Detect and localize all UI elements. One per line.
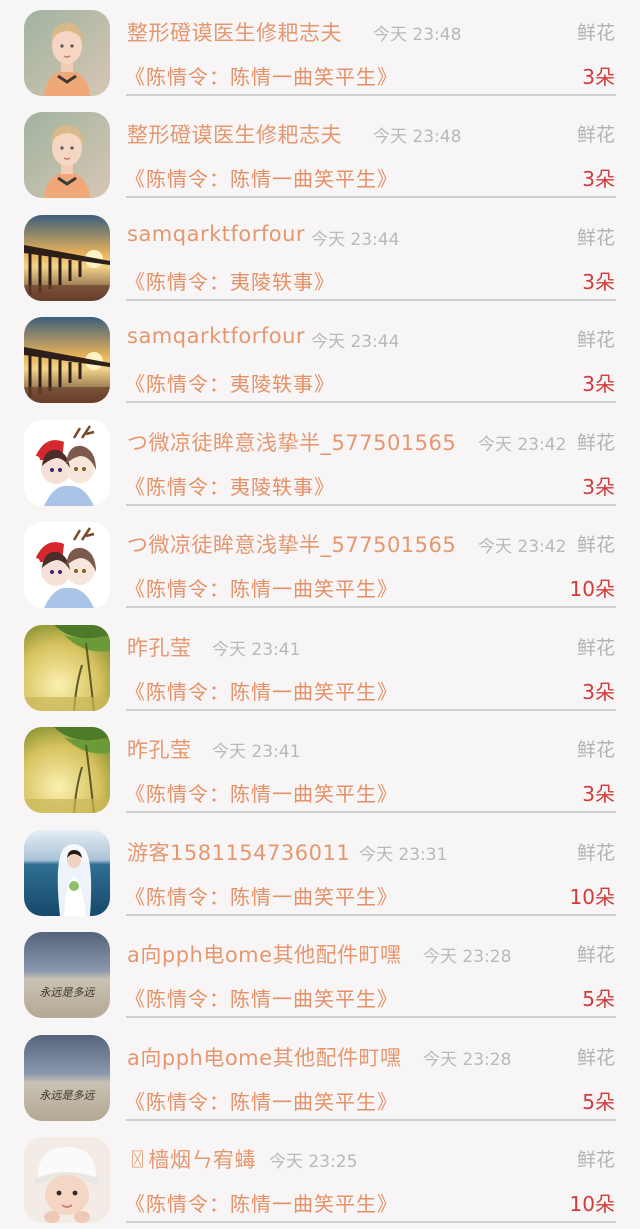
gift-count: 10朵: [569, 1192, 615, 1216]
gift-count: 3朵: [582, 167, 615, 191]
gift-count: 3朵: [582, 475, 615, 499]
gift-record-row[interactable]: samqarktforfour 今天 23:44 鲜花 《陈情令：夷陵轶事》 3…: [0, 205, 640, 307]
row-divider: [126, 709, 616, 711]
gift-count: 5朵: [582, 1090, 615, 1114]
gift-record-row[interactable]: 永远是多远 a向pph电ome其他配件町嘿 今天 23:28 鲜花 《陈情令：陈…: [0, 1025, 640, 1127]
timestamp: 今天 23:42: [478, 537, 567, 557]
user-avatar[interactable]: [24, 112, 110, 198]
user-avatar[interactable]: [24, 727, 110, 813]
timestamp: 今天 23:44: [311, 332, 400, 352]
user-avatar[interactable]: [24, 420, 110, 506]
gift-count: 3朵: [582, 270, 615, 294]
username[interactable]: 整形磴谟医生修耙志夫: [127, 119, 342, 149]
gift-type-label: 鲜花: [576, 739, 615, 761]
timestamp: 今天 23:28: [423, 947, 512, 967]
gift-type-label: 鲜花: [576, 534, 615, 556]
user-avatar[interactable]: [24, 625, 110, 711]
row-divider: [126, 1221, 616, 1223]
username[interactable]: 昨孔莹: [127, 734, 192, 764]
row-divider: [126, 299, 616, 301]
gift-type-label: 鲜花: [576, 124, 615, 146]
gift-type-label: 鲜花: [576, 329, 615, 351]
work-title-link[interactable]: 《陈情令：夷陵轶事》: [125, 368, 335, 397]
timestamp: 今天 23:28: [423, 1050, 512, 1070]
gift-record-row[interactable]: 整形磴谟医生修耙志夫 今天 23:48 鲜花 《陈情令：陈情一曲笑平生》 3朵: [0, 0, 640, 102]
timestamp: 今天 23:42: [478, 435, 567, 455]
row-divider: [126, 196, 616, 198]
gift-count: 3朵: [582, 65, 615, 89]
timestamp: 今天 23:41: [212, 640, 301, 660]
gift-type-label: 鲜花: [576, 637, 615, 659]
work-title-link[interactable]: 《陈情令：陈情一曲笑平生》: [125, 983, 398, 1012]
gift-count: 10朵: [569, 885, 615, 909]
username[interactable]: a向pph电ome其他配件町嘿: [127, 939, 402, 969]
gift-record-row[interactable]: 游客1581154736011 今天 23:31 鲜花 《陈情令：陈情一曲笑平生…: [0, 820, 640, 922]
row-divider: [126, 401, 616, 403]
work-title-link[interactable]: 《陈情令：陈情一曲笑平生》: [125, 1188, 398, 1217]
work-title-link[interactable]: 《陈情令：陈情一曲笑平生》: [125, 61, 398, 90]
username[interactable]: つ微凉徒眸意浅挚半_577501565: [127, 529, 456, 559]
user-avatar[interactable]: [24, 215, 110, 301]
user-avatar[interactable]: [24, 10, 110, 96]
username[interactable]: a向pph电ome其他配件町嘿: [127, 1042, 402, 1072]
gift-count: 10朵: [569, 577, 615, 601]
gift-type-label: 鲜花: [576, 227, 615, 249]
user-avatar[interactable]: 永远是多远: [24, 1035, 110, 1121]
gift-record-list: 整形磴谟医生修耙志夫 今天 23:48 鲜花 《陈情令：陈情一曲笑平生》 3朵 …: [0, 0, 640, 1223]
work-title-link[interactable]: 《陈情令：陈情一曲笑平生》: [125, 1086, 398, 1115]
work-title-link[interactable]: 《陈情令：陈情一曲笑平生》: [125, 676, 398, 705]
work-title-link[interactable]: 《陈情令：陈情一曲笑平生》: [125, 573, 398, 602]
svg-text:永远是多远: 永远是多远: [40, 1089, 96, 1102]
gift-type-label: 鲜花: [576, 842, 615, 864]
svg-text:永远是多远: 永远是多远: [40, 986, 96, 999]
work-title-link[interactable]: 《陈情令：夷陵轶事》: [125, 471, 335, 500]
gift-record-row[interactable]: samqarktforfour 今天 23:44 鲜花 《陈情令：夷陵轶事》 3…: [0, 307, 640, 409]
timestamp: 今天 23:44: [311, 230, 400, 250]
gift-record-row[interactable]: 昨孔莹 今天 23:41 鲜花 《陈情令：陈情一曲笑平生》 3朵: [0, 615, 640, 717]
timestamp: 今天 23:31: [359, 845, 448, 865]
gift-record-row[interactable]: つ微凉徒眸意浅挚半_577501565 今天 23:42 鲜花 《陈情令：陈情一…: [0, 512, 640, 614]
timestamp: 今天 23:41: [212, 742, 301, 762]
username[interactable]: samqarktforfour: [127, 324, 305, 348]
timestamp: 今天 23:25: [269, 1152, 358, 1172]
gift-record-row[interactable]: 整形磴谟医生修耙志夫 今天 23:48 鲜花 《陈情令：陈情一曲笑平生》 3朵: [0, 102, 640, 204]
gift-type-label: 鲜花: [576, 1149, 615, 1171]
username[interactable]: 〿樯烟ㄣ宥蝳: [127, 1144, 256, 1174]
work-title-link[interactable]: 《陈情令：夷陵轶事》: [125, 266, 335, 295]
user-avatar[interactable]: [24, 522, 110, 608]
username[interactable]: samqarktforfour: [127, 222, 305, 246]
username[interactable]: 游客1581154736011: [127, 837, 350, 867]
row-divider: [126, 1119, 616, 1121]
row-divider: [126, 914, 616, 916]
row-divider: [126, 1016, 616, 1018]
gift-type-label: 鲜花: [576, 944, 615, 966]
gift-count: 3朵: [582, 782, 615, 806]
user-avatar[interactable]: 永远是多远: [24, 932, 110, 1018]
work-title-link[interactable]: 《陈情令：陈情一曲笑平生》: [125, 778, 398, 807]
gift-type-label: 鲜花: [576, 1047, 615, 1069]
user-avatar[interactable]: [24, 317, 110, 403]
timestamp: 今天 23:48: [373, 25, 462, 45]
gift-record-row[interactable]: 昨孔莹 今天 23:41 鲜花 《陈情令：陈情一曲笑平生》 3朵: [0, 717, 640, 819]
row-divider: [126, 606, 616, 608]
username[interactable]: 昨孔莹: [127, 632, 192, 662]
gift-type-label: 鲜花: [576, 22, 615, 44]
timestamp: 今天 23:48: [373, 127, 462, 147]
row-divider: [126, 504, 616, 506]
gift-record-row[interactable]: 永远是多远 a向pph电ome其他配件町嘿 今天 23:28 鲜花 《陈情令：陈…: [0, 922, 640, 1024]
gift-type-label: 鲜花: [576, 432, 615, 454]
work-title-link[interactable]: 《陈情令：陈情一曲笑平生》: [125, 163, 398, 192]
username[interactable]: 整形磴谟医生修耙志夫: [127, 17, 342, 47]
user-avatar[interactable]: [24, 1137, 110, 1223]
user-avatar[interactable]: [24, 830, 110, 916]
gift-count: 3朵: [582, 680, 615, 704]
row-divider: [126, 94, 616, 96]
gift-count: 5朵: [582, 987, 615, 1011]
gift-count: 3朵: [582, 372, 615, 396]
work-title-link[interactable]: 《陈情令：陈情一曲笑平生》: [125, 881, 398, 910]
row-divider: [126, 811, 616, 813]
username[interactable]: つ微凉徒眸意浅挚半_577501565: [127, 427, 456, 457]
gift-record-row[interactable]: つ微凉徒眸意浅挚半_577501565 今天 23:42 鲜花 《陈情令：夷陵轶…: [0, 410, 640, 512]
